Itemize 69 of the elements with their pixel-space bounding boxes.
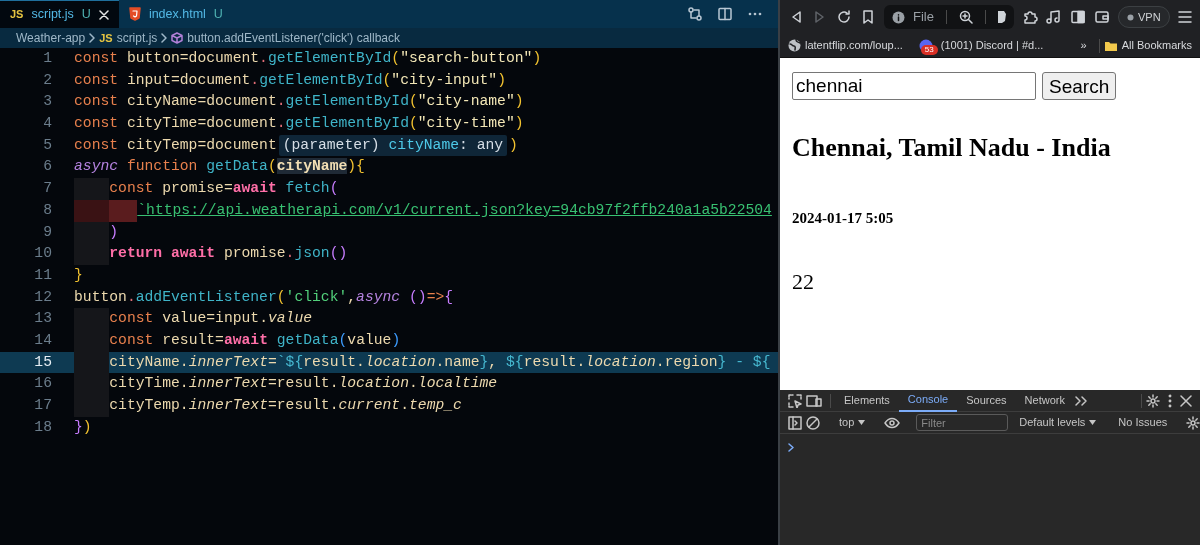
code-text: async function getData(cityName){: [74, 157, 365, 177]
code-text: `https://api.weatherapi.com/v1/current.json?key=94cb97f2ffb240a1a5b22504: [137, 200, 772, 220]
issues-button[interactable]: No Issues: [1115, 414, 1171, 431]
bookmark-link[interactable]: 53 (1001) Discord | #d...: [918, 37, 1044, 54]
context-dropdown[interactable]: top: [836, 414, 869, 431]
devtools-tab[interactable]: Console: [898, 389, 958, 412]
code-text: const cityTemp=document: [74, 135, 277, 155]
code-text: const result=await getData(value): [109, 330, 401, 350]
line-number: 8: [42, 200, 52, 220]
line-number: 17: [33, 396, 52, 415]
temperature: 22: [792, 267, 815, 296]
devtools-tab[interactable]: Network: [1015, 389, 1074, 412]
js-file-icon: JS: [10, 6, 24, 23]
git-status: U: [213, 5, 223, 23]
line-number: 1: [42, 49, 52, 68]
tooltip-text: (parameter) cityName: any: [282, 136, 504, 153]
tab-label: script.js: [31, 6, 74, 24]
filter-field[interactable]: Filter: [916, 414, 1009, 431]
line-number: 16: [33, 374, 52, 394]
line-number: 2: [42, 70, 52, 90]
js-file-icon: JS: [99, 29, 113, 47]
code-text: cityTemp.innerText=result.current.temp_c: [109, 396, 462, 415]
line-number: 3: [42, 92, 52, 112]
editor-tab[interactable]: index.html U: [118, 0, 233, 28]
search-field[interactable]: chennai: [792, 72, 1036, 100]
log-levels-dropdown[interactable]: Default levels: [1016, 414, 1100, 431]
line-number: 18: [33, 417, 52, 437]
line-number: 7: [42, 179, 52, 199]
search-button[interactable]: Search: [1042, 72, 1117, 100]
line-number: 6: [42, 157, 52, 177]
code-text: button.addEventListener('click',async ()=>{: [74, 287, 454, 307]
devtools-tab[interactable]: Elements: [835, 389, 899, 412]
line-number: 5: [42, 135, 52, 155]
line-number: 13: [33, 309, 52, 329]
line-number: 11: [33, 265, 52, 285]
code-text: cityTime.innerText=result.location.localtime: [109, 374, 498, 394]
more-bookmarks-button[interactable]: »: [1080, 37, 1087, 54]
local-time: 2024-01-17 5:05: [792, 209, 895, 228]
breadcrumb-item[interactable]: button.addEventListener('click') callback: [187, 29, 400, 47]
line-number: 9: [42, 222, 52, 242]
code-text: const cityName=document.getElementById("city-name"): [74, 92, 524, 112]
line-number: 12: [33, 287, 52, 307]
code-text: return await promise.json(): [109, 244, 348, 264]
code-text: }: [74, 265, 83, 285]
code-text: cityName.innerText=`${result.location.name}, ${result.location.region} - ${: [109, 352, 771, 372]
devtools-tab[interactable]: Sources: [957, 389, 1016, 412]
code-text: ): [509, 135, 518, 155]
vpn-button[interactable]: VPN: [1117, 5, 1170, 29]
code-text: const cityTime=document.getElementById("city-time"): [74, 114, 524, 134]
bookmarks-folder[interactable]: All Bookmarks: [1103, 37, 1192, 54]
notification-badge: 53: [920, 44, 938, 55]
tab-label: index.html: [148, 5, 206, 23]
git-status: U: [81, 6, 91, 24]
line-number: 4: [42, 114, 52, 134]
city-heading: Chennai, Tamil Nadu - India: [792, 132, 1112, 164]
line-number: 14: [33, 330, 52, 350]
code-text: const button=document.getElementById("search-button"): [74, 49, 542, 68]
bookmark-link[interactable]: latentflip.com/loup...: [788, 37, 903, 54]
line-number: 15: [33, 352, 52, 372]
code-text: }): [74, 417, 92, 437]
breadcrumb-item[interactable]: script.js: [116, 29, 158, 47]
code-text: const input=document.getElementById("city-input"): [74, 70, 506, 90]
breadcrumb-item[interactable]: Weather-app: [16, 29, 86, 47]
code-text: const promise=await fetch(: [109, 179, 339, 199]
editor-tab[interactable]: JS script.js U: [0, 0, 119, 28]
line-number: 10: [33, 244, 52, 264]
code-text: ): [109, 222, 119, 242]
code-text: const value=input.value: [109, 309, 313, 329]
address-text: File: [913, 8, 934, 27]
